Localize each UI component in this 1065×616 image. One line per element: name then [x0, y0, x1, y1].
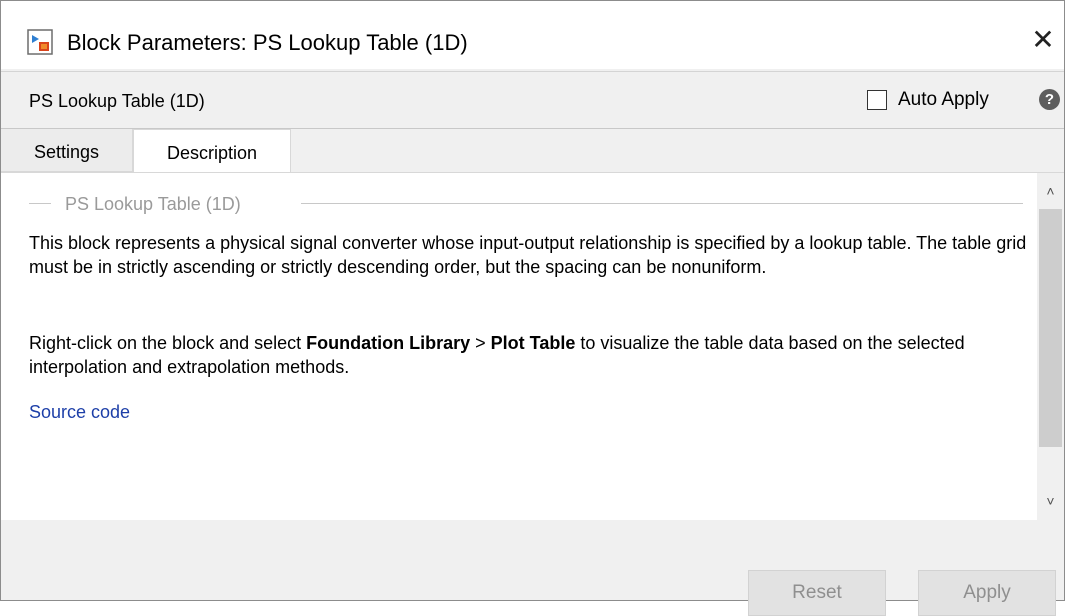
tab-bar: Settings Description [1, 129, 1064, 173]
source-code-link[interactable]: Source code [29, 400, 130, 424]
close-icon[interactable]: ✕ [1028, 25, 1058, 55]
scroll-thumb[interactable] [1039, 209, 1062, 447]
tab-description[interactable]: Description [133, 129, 291, 173]
auto-apply-toggle[interactable]: Auto Apply [867, 87, 989, 113]
reset-button[interactable]: Reset [748, 570, 886, 616]
vertical-scrollbar[interactable]: ˄ ˅ [1037, 173, 1064, 520]
simulink-block-icon [27, 29, 53, 55]
block-parameters-dialog: Block Parameters: PS Lookup Table (1D) ✕… [0, 0, 1065, 616]
instruction-paragraph: Right-click on the block and select Foun… [29, 331, 1029, 379]
description-panel: PS Lookup Table (1D) This block represen… [1, 172, 1064, 521]
group-divider-right [301, 203, 1023, 204]
scroll-down-icon[interactable]: ˅ [1037, 487, 1064, 515]
tab-settings[interactable]: Settings [1, 129, 133, 172]
instruction-prefix: Right-click on the block and select [29, 333, 307, 353]
description-paragraph: This block represents a physical signal … [29, 233, 1027, 277]
auto-apply-label: Auto Apply [898, 89, 989, 110]
block-header: PS Lookup Table (1D) Auto Apply ? [1, 71, 1064, 129]
auto-apply-checkbox[interactable] [867, 90, 887, 110]
title-bar: Block Parameters: PS Lookup Table (1D) ✕ [1, 1, 1064, 69]
group-divider-left [29, 203, 51, 204]
menu-foundation-library: Foundation Library [306, 333, 471, 353]
menu-separator: > [470, 333, 491, 353]
dialog-footer: Reset Apply [1, 520, 1064, 616]
block-name-label: PS Lookup Table (1D) [29, 91, 205, 111]
apply-button[interactable]: Apply [918, 570, 1056, 616]
scroll-up-icon[interactable]: ˄ [1037, 177, 1064, 205]
help-icon[interactable]: ? [1039, 89, 1060, 110]
group-title: PS Lookup Table (1D) [59, 193, 247, 215]
window-title: Block Parameters: PS Lookup Table (1D) [67, 30, 468, 55]
menu-plot-table: Plot Table [490, 333, 576, 353]
